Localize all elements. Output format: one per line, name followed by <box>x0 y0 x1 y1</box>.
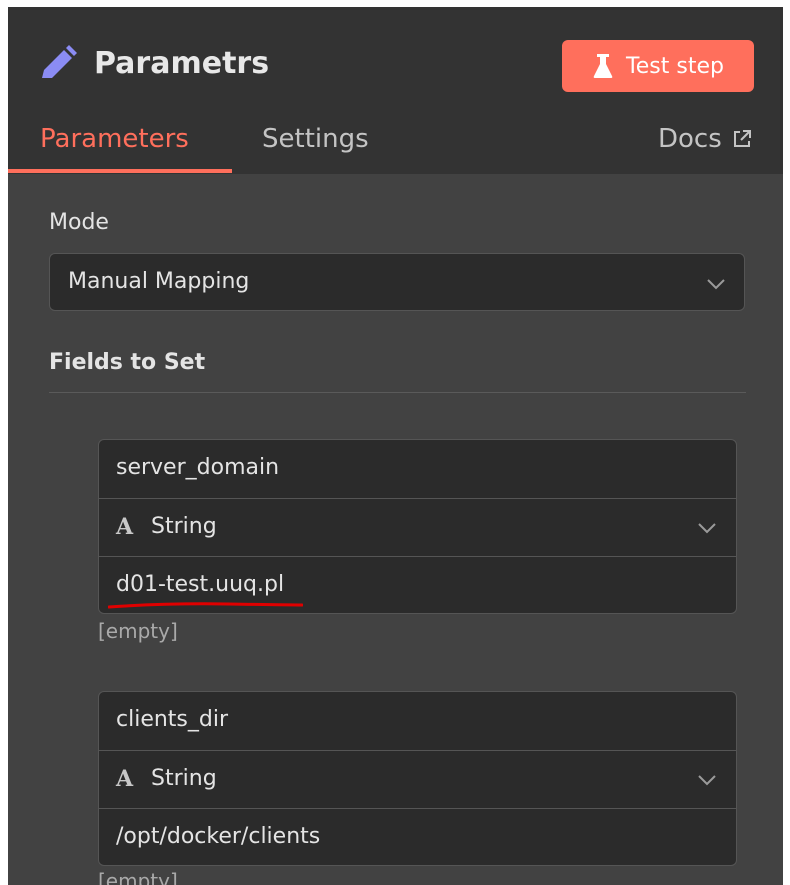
node-title[interactable]: Parametrs <box>94 44 269 84</box>
panel-header: Parametrs Test step Parameters Settings … <box>8 7 783 174</box>
test-step-button[interactable]: Test step <box>562 40 754 92</box>
fields-to-set-title: Fields to Set <box>49 350 206 375</box>
tab-parameters[interactable]: Parameters <box>40 119 189 159</box>
field-value-hint: [empty] <box>98 619 178 643</box>
external-link-icon <box>733 130 751 147</box>
field-type-select[interactable]: A String <box>99 750 736 807</box>
test-step-label: Test step <box>626 53 724 79</box>
field-type-value: String <box>151 514 217 539</box>
field-value-input[interactable]: /opt/docker/clients <box>99 808 736 865</box>
field-value-hint: [empty] <box>98 869 178 885</box>
field-type-value: String <box>151 766 217 791</box>
active-tab-indicator <box>8 169 232 173</box>
chevron-down-icon <box>698 775 716 786</box>
red-underline-annotation <box>108 602 303 609</box>
chevron-down-icon <box>707 279 725 290</box>
tab-docs[interactable]: Docs <box>658 119 752 159</box>
pencil-icon[interactable] <box>38 44 78 84</box>
field-assignment: server_domain A String d01-test.uuq.pl <box>98 439 737 614</box>
field-assignment: clients_dir A String /opt/docker/clients <box>98 691 737 866</box>
field-name-input[interactable]: clients_dir <box>99 692 736 749</box>
field-value-text: d01-test.uuq.pl <box>116 572 285 597</box>
field-name-value: clients_dir <box>116 707 229 732</box>
section-divider <box>49 392 746 393</box>
chevron-down-icon <box>698 523 716 534</box>
mode-select[interactable]: Manual Mapping <box>49 253 745 311</box>
string-type-icon: A <box>116 766 134 792</box>
tab-docs-label: Docs <box>658 124 722 154</box>
field-name-input[interactable]: server_domain <box>99 440 736 497</box>
flask-icon <box>593 54 613 78</box>
node-parameters-panel: Parametrs Test step Parameters Settings … <box>8 7 783 885</box>
mode-select-value: Manual Mapping <box>68 269 250 294</box>
string-type-icon: A <box>116 514 134 540</box>
tab-settings[interactable]: Settings <box>262 119 369 159</box>
field-name-value: server_domain <box>116 455 280 480</box>
mode-label: Mode <box>49 210 109 235</box>
field-value-text: /opt/docker/clients <box>116 824 321 849</box>
field-type-select[interactable]: A String <box>99 498 736 555</box>
